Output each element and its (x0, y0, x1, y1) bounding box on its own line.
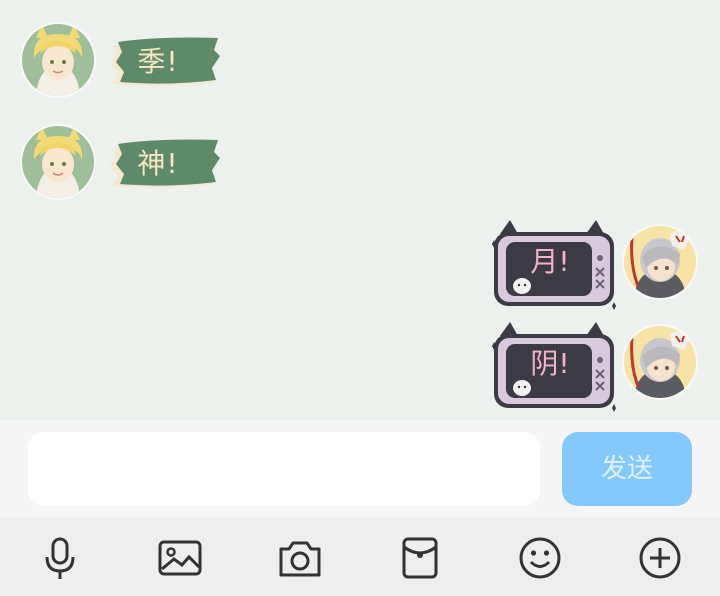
camera-icon (279, 541, 321, 577)
message-bubble[interactable]: 神! (108, 138, 220, 190)
message-row: 月! (0, 210, 720, 314)
image-icon (158, 540, 202, 576)
voice-button[interactable] (30, 528, 90, 588)
composer-toolbar (0, 518, 720, 596)
camera-button[interactable] (270, 528, 330, 588)
message-text: 季! (137, 45, 179, 78)
emoji-button[interactable] (510, 528, 570, 588)
user-avatar[interactable] (624, 326, 696, 398)
message-bubble[interactable]: 季! (108, 36, 220, 88)
contact-avatar[interactable] (22, 24, 94, 96)
message-input[interactable] (28, 432, 540, 506)
message-text: 月! (530, 245, 570, 278)
message-row: 神! (0, 104, 720, 214)
image-button[interactable] (150, 528, 210, 588)
message-bubble[interactable]: 阴! (488, 316, 620, 412)
more-button[interactable] (630, 528, 690, 588)
message-bubble[interactable]: 月! (488, 214, 620, 310)
composer-bar: 发送 (0, 420, 720, 518)
message-row: 阴! (0, 312, 720, 416)
microphone-icon (45, 537, 75, 579)
contact-avatar[interactable] (22, 126, 94, 198)
message-row: 季! (0, 0, 720, 110)
emoji-icon (519, 537, 561, 579)
red-envelope-icon (402, 537, 438, 579)
send-button[interactable]: 发送 (562, 432, 692, 506)
message-text: 神! (137, 147, 179, 180)
plus-icon (639, 537, 681, 579)
message-text: 阴! (530, 347, 570, 380)
chat-area: 季! 神! 月! 阴! (0, 0, 720, 420)
red-envelope-button[interactable] (390, 528, 450, 588)
user-avatar[interactable] (624, 226, 696, 298)
